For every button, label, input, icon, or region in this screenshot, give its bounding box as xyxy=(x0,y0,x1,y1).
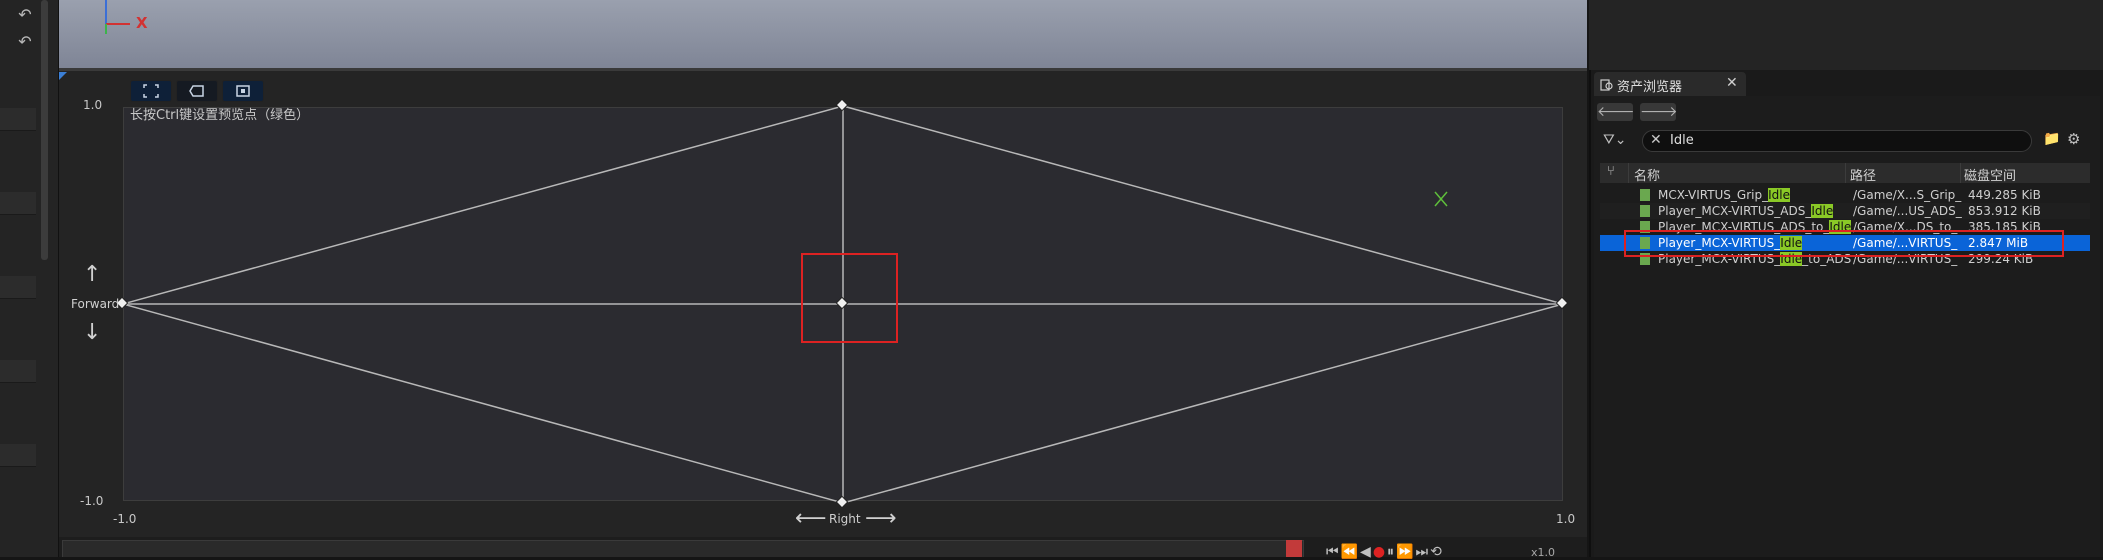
y-min-label: -1.0 xyxy=(80,494,104,508)
details-area xyxy=(1589,0,2103,70)
play-reverse-icon[interactable]: ◀ xyxy=(1360,544,1373,560)
asset-disk-size: 853.912 KiB xyxy=(1968,204,2041,218)
animation-asset-icon xyxy=(1640,205,1650,217)
x-min-label: -1.0 xyxy=(113,512,137,526)
search-input-value[interactable]: Idle xyxy=(1670,133,1694,148)
annotation-box xyxy=(801,253,898,343)
tab-label: 资产浏览器 xyxy=(1617,80,1683,95)
sample-point-center xyxy=(835,296,849,310)
ctrl-hint-text: 长按Ctrl键设置预览点（绿色） xyxy=(130,108,310,123)
x-max-label: 1.0 xyxy=(1556,512,1576,526)
vertical-axis-label: Forward xyxy=(71,297,120,311)
record-icon[interactable]: ● xyxy=(1373,544,1387,560)
sample-point-bottom xyxy=(835,495,849,509)
loop-icon[interactable]: ⟲ xyxy=(1430,544,1444,560)
sample-point-right xyxy=(1555,296,1569,310)
arrow-right-icon: ⟶ xyxy=(865,506,897,531)
playback-speed[interactable]: x1.0 xyxy=(1531,546,1555,559)
sample-point-top xyxy=(835,98,849,112)
y-max-label: 1.0 xyxy=(83,98,103,112)
timeline-scrubber[interactable] xyxy=(1286,540,1302,557)
asset-path: /Game/X...S_Grip_ xyxy=(1853,188,1962,202)
search-input[interactable] xyxy=(1642,130,2032,152)
column-disk-size[interactable]: 磁盘空间 xyxy=(1964,165,2016,184)
asset-name: MCX-VIRTUS_Grip_Idle xyxy=(1658,188,1790,202)
annotation-box xyxy=(1624,230,2064,257)
gear-icon[interactable]: ⚙ xyxy=(2067,130,2080,148)
timeline-track[interactable] xyxy=(62,540,1304,557)
arrow-down-icon: ↓ xyxy=(83,320,102,345)
filter-icon[interactable]: ⛛⌄ xyxy=(1603,132,1627,148)
asset-name: Player_MCX-VIRTUS_ADS_Idle xyxy=(1658,204,1834,218)
preview-x-marker-icon xyxy=(1434,191,1448,207)
forward-button[interactable]: 🡒 xyxy=(1640,103,1678,121)
skip-start-icon[interactable]: ⏮ xyxy=(1326,544,1341,560)
source-tree-icon[interactable]: ⑂ xyxy=(1607,164,1615,179)
back-button[interactable]: 🡐 xyxy=(1597,103,1635,121)
column-name[interactable]: 名称 xyxy=(1634,165,1660,184)
clear-search-icon[interactable]: ✕ xyxy=(1650,132,1662,148)
horizontal-axis-label: Right xyxy=(829,512,861,526)
step-forward-icon[interactable]: ⏩ xyxy=(1396,544,1415,560)
pause-icon[interactable]: ⏸ xyxy=(1387,544,1396,560)
arrow-up-icon: ↑ xyxy=(83,262,102,287)
skip-end-icon[interactable]: ⏭ xyxy=(1415,544,1430,560)
asset-browser-icon xyxy=(1600,79,1613,91)
step-back-icon[interactable]: ⏪ xyxy=(1341,544,1360,560)
asset-disk-size: 449.285 KiB xyxy=(1968,188,2041,202)
animation-asset-icon xyxy=(1640,189,1650,201)
column-path[interactable]: 路径 xyxy=(1850,165,1876,184)
arrow-left-icon: ⟵ xyxy=(795,506,827,531)
asset-path: /Game/...US_ADS_ xyxy=(1853,204,1962,218)
transport-controls[interactable]: ⏮⏪◀●⏸⏩⏭⟲ xyxy=(1326,544,1444,560)
close-icon[interactable]: ✕ xyxy=(1726,75,1738,91)
folder-icon[interactable]: 📁 xyxy=(2043,131,2060,147)
